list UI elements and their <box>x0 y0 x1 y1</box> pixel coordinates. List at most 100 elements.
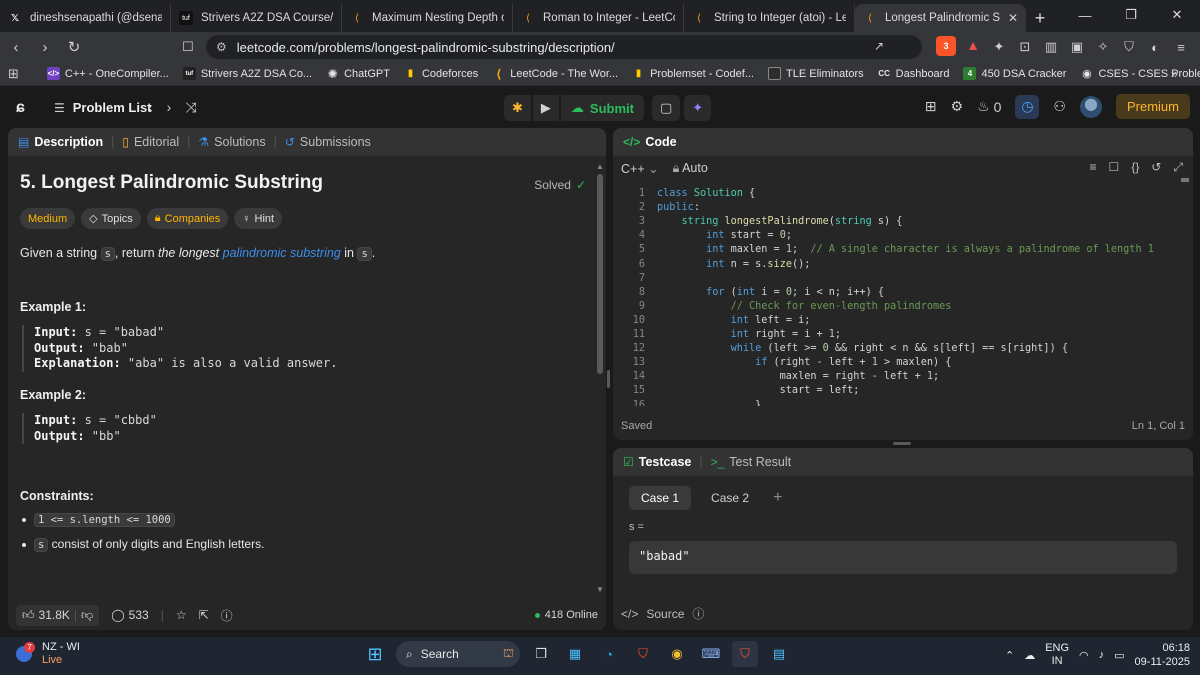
notepad-icon[interactable]: ▤ <box>766 641 792 667</box>
bookmark-item[interactable]: 4 450 DSA Cracker <box>963 67 1066 80</box>
thumbs-down-icon[interactable]: 👎︎ <box>81 608 93 623</box>
next-problem-icon[interactable]: › <box>167 99 172 116</box>
code-line[interactable]: for (int i = 0; i < n; i++) { <box>657 287 884 298</box>
code-line[interactable]: int start = 0; <box>657 230 792 241</box>
format-icon[interactable]: ≡ <box>1090 160 1097 175</box>
brave-shield-icon[interactable]: 3 <box>936 36 956 56</box>
shuffle-icon[interactable]: ⤨ <box>185 99 196 116</box>
extensions-icon[interactable]: ✦ <box>988 36 1010 58</box>
close-window-icon[interactable]: ✕ <box>1154 0 1200 30</box>
run-button[interactable]: ▶ <box>532 95 559 121</box>
source-link[interactable]: </> Source ⓘ <box>621 605 704 622</box>
chevron-up-icon[interactable]: ⌃ <box>1005 649 1014 662</box>
store-icon[interactable]: ▦ <box>562 641 588 667</box>
close-tab-icon[interactable]: ✕ <box>1008 11 1018 25</box>
forward-icon[interactable]: › <box>32 34 58 60</box>
tab-test-result[interactable]: >_ Test Result <box>711 455 792 469</box>
code-line[interactable]: int maxlen = 1; // A single character is… <box>657 244 1154 255</box>
leetcode-logo-icon[interactable]: ɕ <box>16 99 32 117</box>
editor-scrollbar[interactable] <box>1181 178 1189 182</box>
ai-assist-button[interactable]: ✦ <box>684 95 712 121</box>
more-bookmarks-icon[interactable]: » <box>1171 66 1178 81</box>
notes-button[interactable]: ▢ <box>651 95 681 121</box>
browser-tab[interactable]: tuf Strivers A2Z DSA Course/Sheet <box>171 4 342 32</box>
battery-icon[interactable]: ▭ <box>1114 649 1124 662</box>
thumbs-up-icon[interactable]: 👍︎ <box>22 608 35 623</box>
minimize-icon[interactable]: — <box>1062 0 1108 30</box>
browser-tab[interactable]: 𝕏 dineshsenapathi (@dsenapathi4 <box>0 4 171 32</box>
bookmark-item[interactable]: TLE Eliminators <box>768 67 864 80</box>
apps-grid-icon[interactable]: ⊞ <box>8 66 19 82</box>
code-line[interactable]: start = left; <box>657 385 860 396</box>
code-line[interactable]: if (right - left + 1 > maxlen) { <box>657 357 951 368</box>
timer-icon[interactable]: ◷ <box>1015 94 1040 119</box>
description-scrollbar[interactable]: ▲ ▼ <box>596 162 604 594</box>
prev-problem-icon[interactable]: ‹ <box>148 99 153 116</box>
add-case-icon[interactable]: + <box>773 489 782 507</box>
chrome-icon[interactable]: ◉ <box>664 641 690 667</box>
reload-icon[interactable]: ↻ <box>61 34 87 60</box>
panel-resize-handle[interactable] <box>607 370 610 388</box>
site-info-icon[interactable]: ⚙ <box>216 40 227 54</box>
bookmark-item[interactable]: CC Dashboard <box>878 67 949 80</box>
volume-icon[interactable]: ♪ <box>1099 649 1105 661</box>
address-bar[interactable]: ⚙ leetcode.com/problems/longest-palindro… <box>206 35 980 59</box>
topics-chip[interactable]: ◇ Topics <box>81 208 141 229</box>
code-line[interactable]: class Solution { <box>657 188 755 199</box>
code-line[interactable]: } <box>657 400 761 407</box>
code-line[interactable]: // Check for even-length palindromes <box>657 301 952 312</box>
screenshot-icon[interactable]: ⊡ <box>1014 36 1036 58</box>
code-line[interactable]: while (left >= 0 && right < n && s[left]… <box>657 343 1068 354</box>
debug-button[interactable]: ✱ <box>504 95 531 121</box>
reset-icon[interactable]: ↺ <box>1151 160 1161 175</box>
bookmark-item[interactable]: </> C++ - OneCompiler... <box>46 67 169 80</box>
testcase-input[interactable]: "babad" <box>629 541 1177 574</box>
back-icon[interactable]: ‹ <box>3 34 29 60</box>
code-line[interactable]: public: <box>657 202 700 213</box>
share-icon[interactable]: ⇱ <box>199 608 209 622</box>
bookmark-item[interactable]: ◉ CSES - CSES Proble... <box>1080 67 1200 81</box>
panel-resize-handle[interactable] <box>893 442 911 445</box>
profile-icon[interactable]: ◐ <box>1144 36 1166 58</box>
braces-icon[interactable]: {} <box>1131 160 1139 175</box>
browser-tab-active[interactable]: ⟨ Longest Palindromic Substri ✕ <box>855 4 1026 32</box>
brave-icon[interactable]: ⛉ <box>630 641 656 667</box>
fullscreen-icon[interactable]: ⤢ <box>1173 160 1183 175</box>
layout-icon[interactable]: ⊞ <box>925 98 937 115</box>
case-tab[interactable]: Case 2 <box>699 486 761 510</box>
edge-icon[interactable]: ◔ <box>596 641 622 667</box>
sidebar-icon[interactable]: ▥ <box>1040 36 1062 58</box>
avatar[interactable] <box>1079 95 1102 118</box>
keyboard-icon[interactable]: ⌨ <box>698 641 724 667</box>
bookmark-item[interactable]: ▮ Problemset - Codef... <box>632 67 754 80</box>
bookmark-item[interactable]: ✺ ChatGPT <box>326 67 390 81</box>
menu-icon[interactable]: ≡ <box>1170 36 1192 58</box>
tab-testcase[interactable]: ☑ Testcase <box>623 455 691 469</box>
code-line[interactable]: int left = i; <box>657 315 811 326</box>
tab-description[interactable]: ▤ Description <box>18 135 103 149</box>
restore-icon[interactable]: ❐ <box>1108 0 1154 30</box>
windows-start-icon[interactable]: ⊞ <box>362 641 388 667</box>
code-line[interactable]: int n = s.size(); <box>657 259 810 270</box>
submit-button[interactable]: ☁ Submit <box>560 95 644 121</box>
auto-mode-toggle[interactable]: 🔒︎ Auto <box>673 161 708 176</box>
tab-submissions[interactable]: ↺ Submissions <box>285 135 371 149</box>
bookmark-item[interactable]: ▮ Codeforces <box>404 67 479 80</box>
taskbar-search[interactable]: ⌕ Search ⛫ <box>396 641 520 667</box>
comments-button[interactable]: ◯ 533 <box>111 608 148 622</box>
ai-icon[interactable]: ✧ <box>1092 36 1114 58</box>
onedrive-icon[interactable]: ☁ <box>1024 649 1035 662</box>
browser-tab[interactable]: ⟨ Maximum Nesting Depth of the <box>342 4 513 32</box>
star-icon[interactable]: ☆ <box>176 608 187 622</box>
brave-rewards-icon[interactable]: ▲ <box>966 37 980 53</box>
streak-counter[interactable]: ♨ 0 <box>977 98 1001 115</box>
code-line[interactable]: int right = i + 1; <box>657 329 841 340</box>
hint-chip[interactable]: ♀ Hint <box>234 208 283 229</box>
code-line[interactable]: maxlen = right - left + 1; <box>657 371 940 382</box>
task-view-icon[interactable]: ❐ <box>528 641 554 667</box>
language-indicator[interactable]: ENG IN <box>1045 642 1069 668</box>
tab-editorial[interactable]: ▯ Editorial <box>122 135 179 149</box>
language-select[interactable]: C++ ⌄ <box>621 161 659 176</box>
difficulty-badge[interactable]: Medium <box>20 208 76 229</box>
code-line[interactable]: string longestPalindrome(string s) { <box>657 216 903 227</box>
